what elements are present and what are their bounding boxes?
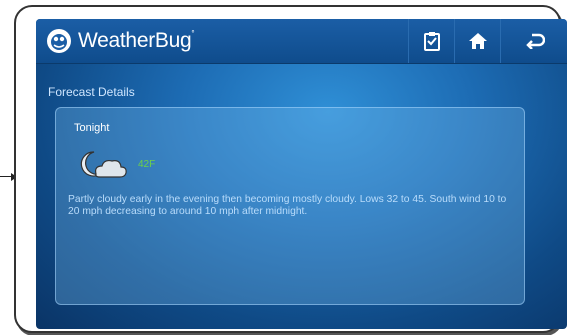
page-title: Forecast Details — [48, 85, 135, 99]
forecast-description: Partly cloudy early in the evening then … — [68, 194, 507, 217]
weatherbug-logo-icon — [47, 29, 71, 53]
device-frame: WeatherBug° Forecast Details Tonight 42F… — [14, 5, 567, 333]
app-title: WeatherBug° — [78, 29, 195, 53]
back-icon — [525, 33, 545, 49]
partly-cloudy-night-icon — [80, 151, 127, 178]
brand-name: WeatherBug — [78, 29, 192, 52]
top-bar: WeatherBug° — [36, 19, 567, 64]
temperature: 42F — [138, 159, 156, 170]
home-icon — [469, 33, 487, 49]
notes-button[interactable] — [408, 19, 455, 63]
forecast-panel: Tonight 42F Partly cloudy early in the e… — [55, 107, 525, 305]
clipboard-icon — [424, 32, 440, 51]
brand-trademark: ° — [191, 29, 195, 38]
screen: WeatherBug° Forecast Details Tonight 42F… — [36, 19, 567, 329]
home-button[interactable] — [454, 19, 501, 63]
forecast-period: Tonight — [74, 122, 110, 134]
back-button[interactable] — [500, 19, 567, 63]
